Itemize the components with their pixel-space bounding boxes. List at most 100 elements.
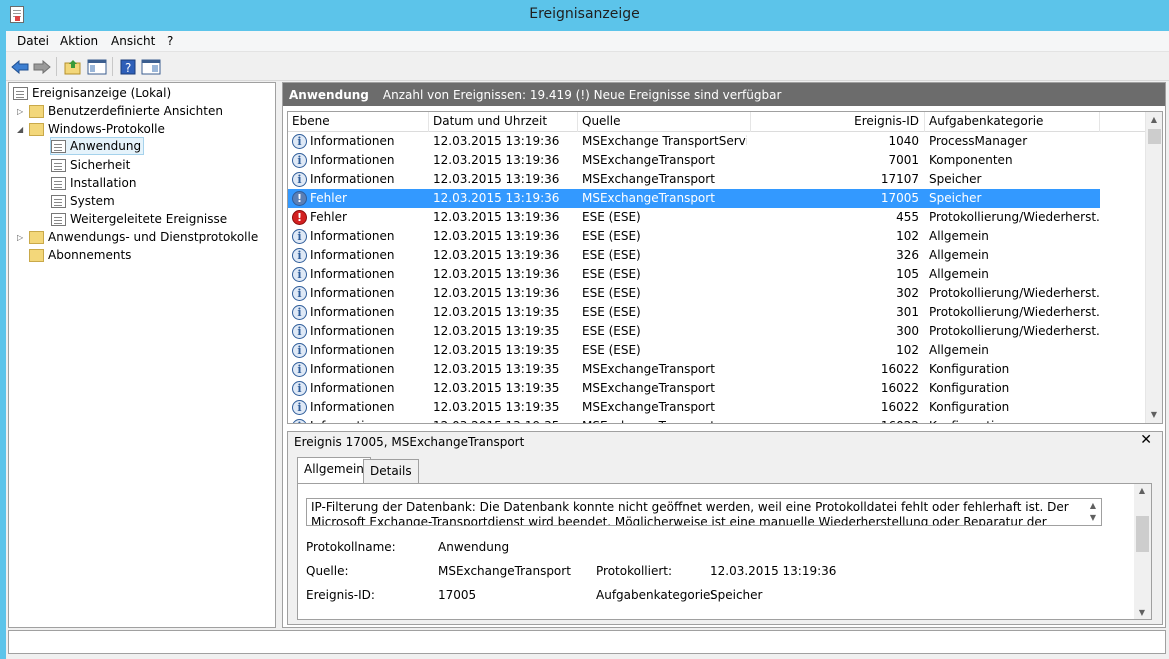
scroll-thumb[interactable] (1136, 516, 1149, 552)
up-folder-icon[interactable] (62, 56, 84, 77)
cell-datetime: 12.03.2015 13:19:35 (433, 400, 560, 414)
forward-icon[interactable] (31, 56, 53, 77)
panel-name: Anwendung (289, 87, 369, 102)
tree-log-sicherheit[interactable]: Sicherheit (51, 156, 130, 174)
folder-icon (29, 122, 44, 136)
cell-level: Informationen (310, 305, 395, 319)
table-header: Ebene Datum und Uhrzeit Quelle Ereignis-… (288, 112, 1148, 132)
tree-root-label: Ereignisanzeige (Lokal) (32, 86, 172, 100)
tree-custom-views[interactable]: ▷ Benutzerdefinierte Ansichten (17, 102, 223, 120)
tree-log-anwendung[interactable]: Anwendung (50, 137, 145, 155)
log-icon (51, 158, 66, 172)
menu-help[interactable]: ? (167, 34, 173, 48)
tree-windows-logs[interactable]: ◢ Windows-Protokolle (17, 120, 165, 138)
tree-log-label: Installation (70, 176, 137, 190)
log-icon (51, 212, 66, 226)
table-row[interactable]: i Informationen 12.03.2015 13:19:36 MSExcha… (288, 151, 1100, 170)
tree-subscriptions[interactable]: Abonnements (29, 246, 131, 264)
cell-source: MSExchangeTransport (582, 191, 715, 205)
cell-id: 17005 (880, 191, 919, 205)
detail-title: Ereignis 17005, MSExchangeTransport (294, 435, 525, 449)
info-icon: i (292, 134, 307, 149)
info-icon: i (292, 343, 307, 358)
help-icon[interactable]: ? (117, 56, 139, 77)
table-row[interactable]: i Informationen 12.03.2015 13:19:35 ESE (ES… (288, 341, 1100, 360)
menu-ansicht[interactable]: Ansicht (111, 34, 155, 48)
table-row[interactable]: i Informationen 12.03.2015 13:19:36 MSExcha… (288, 132, 1100, 151)
cell-id: 17107 (880, 172, 919, 186)
tree-log-system[interactable]: System (51, 192, 115, 210)
info-icon: i (292, 229, 307, 244)
expand-icon[interactable]: ▷ (17, 233, 27, 242)
tab-allgemein[interactable]: Allgemein (297, 457, 371, 484)
cell-datetime: 12.03.2015 13:19:36 (433, 134, 560, 148)
scroll-up-icon[interactable]: ▲ (1146, 112, 1162, 128)
logged-value: 12.03.2015 13:19:36 (710, 564, 837, 578)
title-bar: Ereignisanzeige (0, 0, 1169, 31)
scroll-up-icon[interactable]: ▲ (1134, 486, 1150, 495)
tree-subscriptions-label: Abonnements (48, 248, 132, 262)
cell-category: Protokollierung/Wiederherst... (929, 324, 1099, 338)
col-event-id[interactable]: Ereignis-ID (751, 112, 925, 132)
cell-level: Fehler (310, 210, 347, 224)
cell-source: MSExchange TransportService (582, 134, 747, 148)
table-row[interactable]: i Informationen 12.03.2015 13:19:36 ESE (ES… (288, 227, 1100, 246)
event-id-value: 17005 (438, 588, 477, 602)
detail-scrollbar[interactable]: ▲ ▼ (1134, 484, 1151, 619)
col-category[interactable]: Aufgabenkategorie (925, 112, 1100, 132)
cell-datetime: 12.03.2015 13:19:36 (433, 172, 560, 186)
table-row[interactable]: i Informationen 12.03.2015 13:19:36 ESE (ES… (288, 246, 1100, 265)
table-row[interactable]: i Informationen 12.03.2015 13:19:35 ESE (ES… (288, 322, 1100, 341)
cell-datetime: 12.03.2015 13:19:36 (433, 267, 560, 281)
main-window: Datei Aktion Ansicht ? ? Ereignisanzeige… (6, 31, 1169, 659)
cell-level: Informationen (310, 134, 395, 148)
table-row[interactable]: ! Fehler 12.03.2015 13:19:36 MSExchangeTran… (288, 189, 1100, 208)
info-icon: i (292, 267, 307, 282)
table-row[interactable]: iInformationen 12.03.2015 13:19:35 MSExcha… (288, 360, 1100, 379)
show-hide-tree-icon[interactable] (86, 56, 108, 77)
back-icon[interactable] (9, 56, 31, 77)
cell-id: 301 (896, 305, 919, 319)
event-message: IP-Filterung der Datenbank: Die Datenban… (306, 498, 1102, 526)
cell-datetime: 12.03.2015 13:19:36 (433, 153, 560, 167)
scroll-thumb[interactable] (1148, 129, 1161, 144)
table-row[interactable]: ! Fehler 12.03.2015 13:19:36 ESE (ESE) 455 Pr… (288, 208, 1100, 227)
table-row[interactable]: iInformationen 12.03.2015 13:19:35 MSExcha… (288, 417, 1100, 423)
scroll-down-icon[interactable]: ▼ (1134, 608, 1150, 617)
toolbar: ? (6, 52, 1169, 81)
col-level[interactable]: Ebene (288, 112, 429, 132)
table-row[interactable]: i Informationen 12.03.2015 13:19:36 MSExcha… (288, 170, 1100, 189)
close-icon[interactable]: ✕ (1140, 432, 1152, 448)
cell-id: 105 (896, 267, 919, 281)
col-source[interactable]: Quelle (578, 112, 751, 132)
table-row[interactable]: iInformationen 12.03.2015 13:19:35 MSExcha… (288, 398, 1100, 417)
table-row[interactable]: i Informationen 12.03.2015 13:19:36 ESE (ES… (288, 265, 1100, 284)
tree-app-service-logs[interactable]: ▷ Anwendungs- und Dienstprotokolle (17, 228, 258, 246)
tab-details[interactable]: Details (363, 459, 419, 483)
tree-root[interactable]: Ereignisanzeige (Lokal) (13, 84, 171, 102)
cell-id: 16022 (880, 400, 919, 414)
message-scrollbar[interactable]: ▲ ▼ (1086, 500, 1100, 524)
table-scrollbar[interactable]: ▲ ▼ (1145, 112, 1162, 423)
cell-source: ESE (ESE) (582, 286, 641, 300)
col-datetime[interactable]: Datum und Uhrzeit (429, 112, 578, 132)
cell-id: 455 (896, 210, 919, 224)
cell-category: Speicher (929, 172, 982, 186)
table-row[interactable]: iInformationen 12.03.2015 13:19:35 MSExcha… (288, 379, 1100, 398)
table-row[interactable]: i Informationen 12.03.2015 13:19:35 ESE (ES… (288, 303, 1100, 322)
scroll-down-icon[interactable]: ▼ (1146, 407, 1162, 423)
collapse-icon[interactable]: ◢ (17, 125, 27, 134)
cell-category: Allgemein (929, 248, 989, 262)
table-row[interactable]: i Informationen 12.03.2015 13:19:36 ESE (ES… (288, 284, 1100, 303)
info-icon: i (292, 248, 307, 263)
cell-level: Informationen (310, 153, 395, 167)
menu-datei[interactable]: Datei (17, 34, 49, 48)
expand-icon[interactable]: ▷ (17, 107, 27, 116)
event-message-text: IP-Filterung der Datenbank: Die Datenban… (311, 500, 1069, 526)
menu-aktion[interactable]: Aktion (60, 34, 98, 48)
show-action-pane-icon[interactable] (140, 56, 162, 77)
cell-id: 302 (896, 286, 919, 300)
tree-log-forwarded[interactable]: Weitergeleitete Ereignisse (51, 210, 227, 228)
tree-log-installation[interactable]: Installation (51, 174, 136, 192)
navigation-tree: Ereignisanzeige (Lokal) ▷ Benutzerdefini… (8, 82, 276, 628)
